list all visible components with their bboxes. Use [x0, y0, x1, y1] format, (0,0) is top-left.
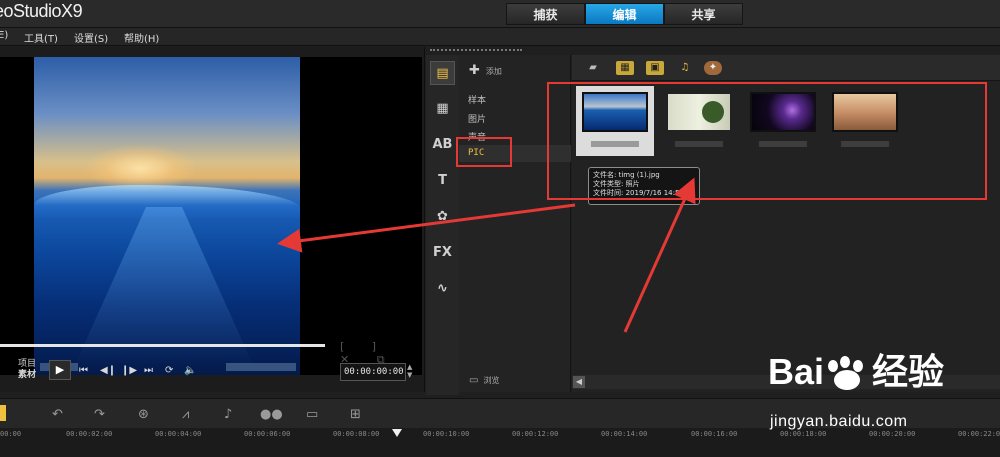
paw-icon — [828, 356, 868, 392]
watermark-url: jingyan.baidu.com — [770, 413, 908, 430]
watermark-logo: Bai 经验 — [768, 351, 945, 392]
